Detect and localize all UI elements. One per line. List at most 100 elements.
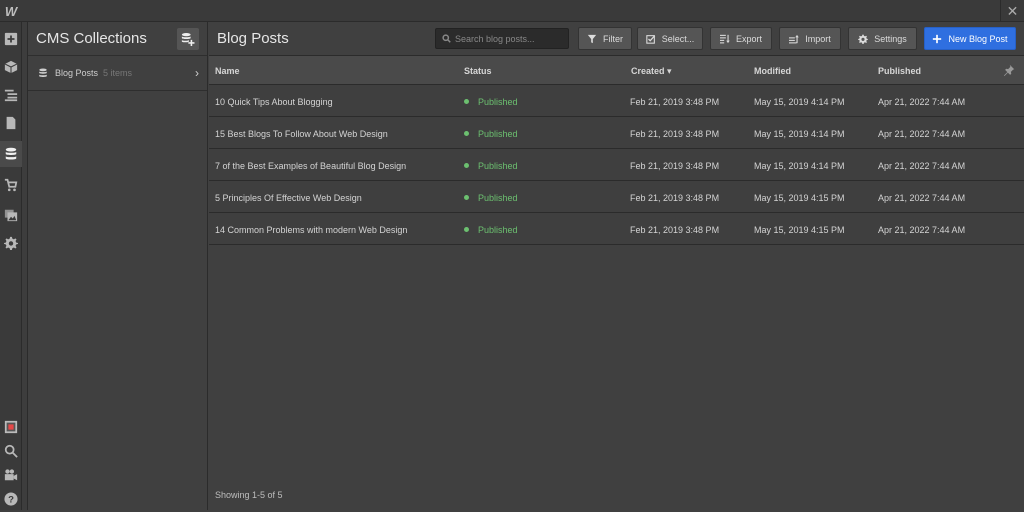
search-icon: [442, 34, 451, 43]
table-row[interactable]: 15 Best Blogs To Follow About Web Design…: [209, 117, 1024, 149]
collection-name: Blog Posts: [55, 68, 99, 78]
cell-created: Feb 21, 2019 3:48 PM: [630, 161, 720, 171]
database-icon: [5, 147, 17, 160]
collection-item-blog-posts[interactable]: Blog Posts 5 items ›: [28, 56, 207, 91]
add-collection-button[interactable]: [177, 28, 199, 50]
navigator-icon: [4, 89, 18, 102]
new-blog-post-button[interactable]: New Blog Post: [924, 27, 1016, 50]
cart-icon: [4, 178, 18, 192]
pages-button[interactable]: [0, 110, 22, 136]
video-button[interactable]: [0, 462, 22, 488]
chevron-right-icon: ›: [195, 66, 199, 80]
column-published[interactable]: Published: [878, 66, 921, 76]
import-button[interactable]: Import: [779, 27, 841, 50]
items-header: Blog Posts Search blog posts... Filter S…: [209, 22, 1024, 56]
cell-created: Feb 21, 2019 3:48 PM: [630, 225, 720, 235]
status-dot-icon: [464, 227, 469, 233]
export-label: Export: [735, 33, 762, 44]
table-row[interactable]: 10 Quick Tips About Blogging Published F…: [209, 85, 1024, 117]
cell-status: Published: [464, 129, 518, 139]
cms-button[interactable]: [0, 141, 22, 167]
status-label: Published: [478, 97, 518, 107]
help-button[interactable]: ?: [0, 486, 22, 512]
search-input[interactable]: Search blog posts...: [435, 28, 569, 49]
svg-text:?: ?: [8, 495, 14, 506]
select-label: Select...: [661, 33, 695, 44]
search-placeholder: Search blog posts...: [455, 33, 535, 44]
checkbox-icon: [646, 34, 655, 44]
assets-button[interactable]: [0, 202, 22, 228]
cell-name: 7 of the Best Examples of Beautiful Blog…: [215, 161, 407, 171]
gear-icon: [858, 34, 869, 44]
collections-header: CMS Collections: [28, 22, 207, 56]
filter-label: Filter: [603, 33, 623, 44]
cell-created: Feb 21, 2019 3:48 PM: [630, 97, 720, 107]
column-status[interactable]: Status: [464, 66, 492, 76]
export-icon: [719, 34, 730, 43]
record-button[interactable]: [0, 414, 22, 440]
column-created-label: Created: [631, 66, 665, 76]
export-button[interactable]: Export: [710, 27, 772, 50]
cell-status: Published: [464, 193, 518, 203]
cell-modified: May 15, 2019 4:15 PM: [754, 225, 845, 235]
cell-status: Published: [464, 97, 518, 107]
column-modified[interactable]: Modified: [754, 66, 791, 76]
cell-name: 15 Best Blogs To Follow About Web Design: [215, 129, 388, 139]
collections-title: CMS Collections: [36, 30, 147, 47]
top-bar: W ✕: [0, 0, 1024, 22]
record-icon: [4, 420, 18, 434]
collections-panel: CMS Collections Blog Posts 5 items ›: [28, 22, 208, 510]
help-icon: ?: [4, 492, 18, 506]
status-dot-icon: [464, 163, 469, 169]
cell-published: Apr 21, 2022 7:44 AM: [878, 129, 966, 139]
cell-published: Apr 21, 2022 7:44 AM: [878, 193, 966, 203]
cell-created: Feb 21, 2019 3:48 PM: [630, 193, 720, 203]
add-panel-button[interactable]: [0, 26, 22, 52]
video-icon: [4, 469, 18, 481]
column-name[interactable]: Name: [215, 66, 240, 76]
table-row[interactable]: 7 of the Best Examples of Beautiful Blog…: [209, 149, 1024, 181]
filter-button[interactable]: Filter: [578, 27, 632, 50]
search-icon: [4, 444, 18, 458]
pagination-summary: Showing 1-5 of 5: [215, 490, 283, 500]
filter-icon: [587, 34, 597, 43]
table-body: 10 Quick Tips About Blogging Published F…: [209, 85, 1024, 245]
new-blog-post-label: New Blog Post: [948, 33, 1008, 44]
ecommerce-button[interactable]: [0, 172, 22, 198]
status-label: Published: [478, 193, 518, 203]
navigator-button[interactable]: [0, 82, 22, 108]
cell-name: 14 Common Problems with modern Web Desig…: [215, 225, 408, 235]
cell-modified: May 15, 2019 4:14 PM: [754, 161, 845, 171]
database-icon: [39, 68, 47, 77]
cell-name: 5 Principles Of Effective Web Design: [215, 193, 362, 203]
collection-count: 5 items: [103, 68, 133, 78]
settings-label: Settings: [874, 33, 907, 44]
collection-items-panel: Blog Posts Search blog posts... Filter S…: [209, 22, 1024, 510]
plus-icon: [933, 34, 942, 43]
close-button[interactable]: ✕: [1000, 0, 1024, 22]
cell-created: Feb 21, 2019 3:48 PM: [630, 129, 720, 139]
cell-published: Apr 21, 2022 7:44 AM: [878, 161, 966, 171]
select-button[interactable]: Select...: [637, 27, 703, 50]
column-created[interactable]: Created ▾: [631, 66, 672, 77]
settings-button[interactable]: [0, 230, 22, 256]
status-label: Published: [478, 129, 518, 139]
import-label: Import: [805, 33, 831, 44]
table-row[interactable]: 5 Principles Of Effective Web Design Pub…: [209, 181, 1024, 213]
table-header: Name Status Created ▾ Modified Published: [209, 56, 1024, 85]
page-icon: [6, 116, 16, 130]
left-toolbar: ?: [0, 22, 22, 510]
pin-icon[interactable]: [1003, 64, 1015, 76]
cell-modified: May 15, 2019 4:15 PM: [754, 193, 845, 203]
table-row[interactable]: 14 Common Problems with modern Web Desig…: [209, 213, 1024, 245]
webflow-logo[interactable]: W: [0, 0, 22, 22]
search-button[interactable]: [0, 438, 22, 464]
sort-descending-icon: ▾: [667, 66, 672, 76]
plus-icon: [4, 32, 18, 46]
symbols-button[interactable]: [0, 54, 22, 80]
cell-status: Published: [464, 225, 518, 235]
cell-published: Apr 21, 2022 7:44 AM: [878, 225, 966, 235]
status-dot-icon: [464, 195, 469, 201]
settings-button[interactable]: Settings: [848, 27, 917, 50]
cell-status: Published: [464, 161, 518, 171]
